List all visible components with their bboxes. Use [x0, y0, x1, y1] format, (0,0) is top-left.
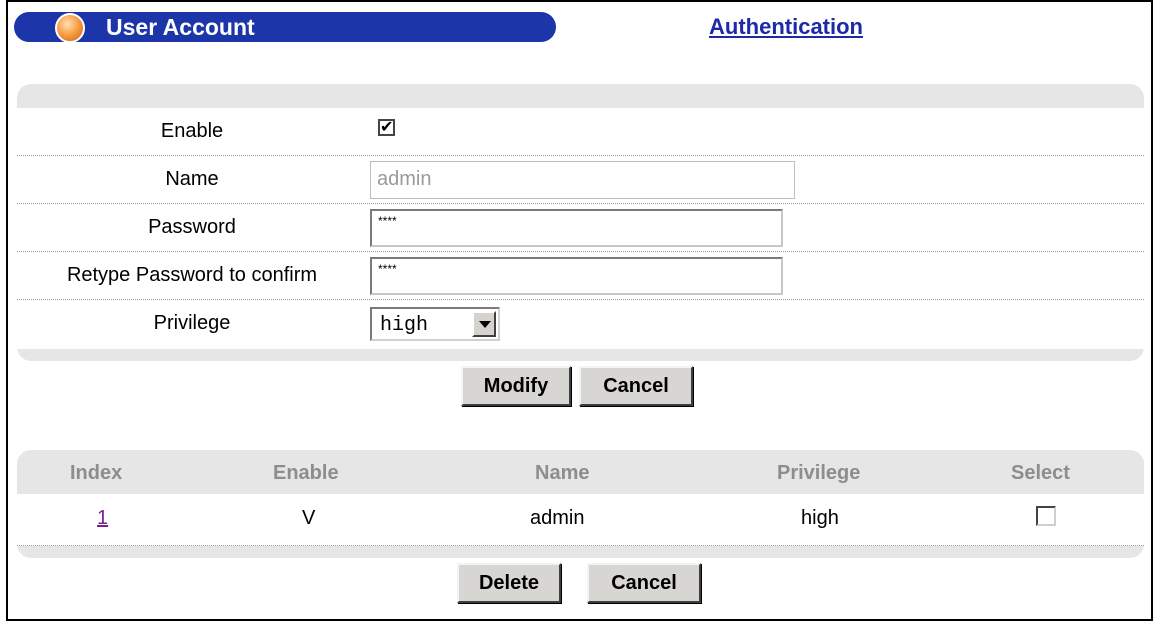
password-input[interactable]: ****: [370, 209, 783, 247]
form-row-password: Password ****: [17, 204, 1144, 252]
row-enable-value: V: [302, 507, 316, 529]
delete-button[interactable]: Delete: [457, 563, 561, 603]
name-input[interactable]: admin: [370, 161, 795, 199]
form-row-privilege: Privilege high: [17, 300, 1144, 348]
password-label: Password: [148, 216, 236, 238]
row-name-value: admin: [530, 507, 585, 529]
privilege-selected-value: high: [380, 314, 429, 337]
modify-button[interactable]: Modify: [461, 366, 571, 406]
form-cancel-button[interactable]: Cancel: [579, 366, 693, 406]
title-bar: User Account: [14, 12, 556, 43]
retype-password-label: Retype Password to confirm: [66, 264, 318, 286]
enable-label: Enable: [160, 120, 224, 142]
row-privilege-value: high: [801, 507, 839, 529]
orb-icon: [55, 13, 85, 43]
table-row: 1 V admin high: [17, 494, 1144, 546]
list-cancel-button[interactable]: Cancel: [587, 563, 701, 603]
column-header-enable: Enable: [273, 462, 339, 484]
privilege-label: Privilege: [153, 312, 231, 334]
row-select-checkbox[interactable]: [1036, 506, 1056, 526]
form-body: Enable Name admin Password **** Retype P…: [17, 108, 1144, 349]
column-header-privilege: Privilege: [777, 462, 861, 484]
retype-password-input[interactable]: ****: [370, 257, 783, 295]
column-header-select: Select: [1011, 462, 1070, 484]
name-label: Name: [165, 168, 219, 190]
user-account-form: Enable Name admin Password **** Retype P…: [17, 84, 1144, 361]
form-row-enable: Enable: [17, 108, 1144, 156]
row-index-link[interactable]: 1: [97, 507, 108, 530]
column-header-index: Index: [70, 462, 123, 484]
form-row-retype-password: Retype Password to confirm ****: [17, 252, 1144, 300]
chevron-down-icon[interactable]: [472, 311, 496, 337]
form-row-name: Name admin: [17, 156, 1144, 204]
user-list-table: Index Enable Name Privilege Select 1 V a…: [17, 450, 1144, 558]
page-title: User Account: [106, 14, 255, 40]
privilege-select[interactable]: high: [370, 307, 500, 341]
authentication-link[interactable]: Authentication: [709, 14, 863, 40]
enable-checkbox[interactable]: [378, 117, 395, 137]
column-header-name: Name: [535, 462, 590, 484]
